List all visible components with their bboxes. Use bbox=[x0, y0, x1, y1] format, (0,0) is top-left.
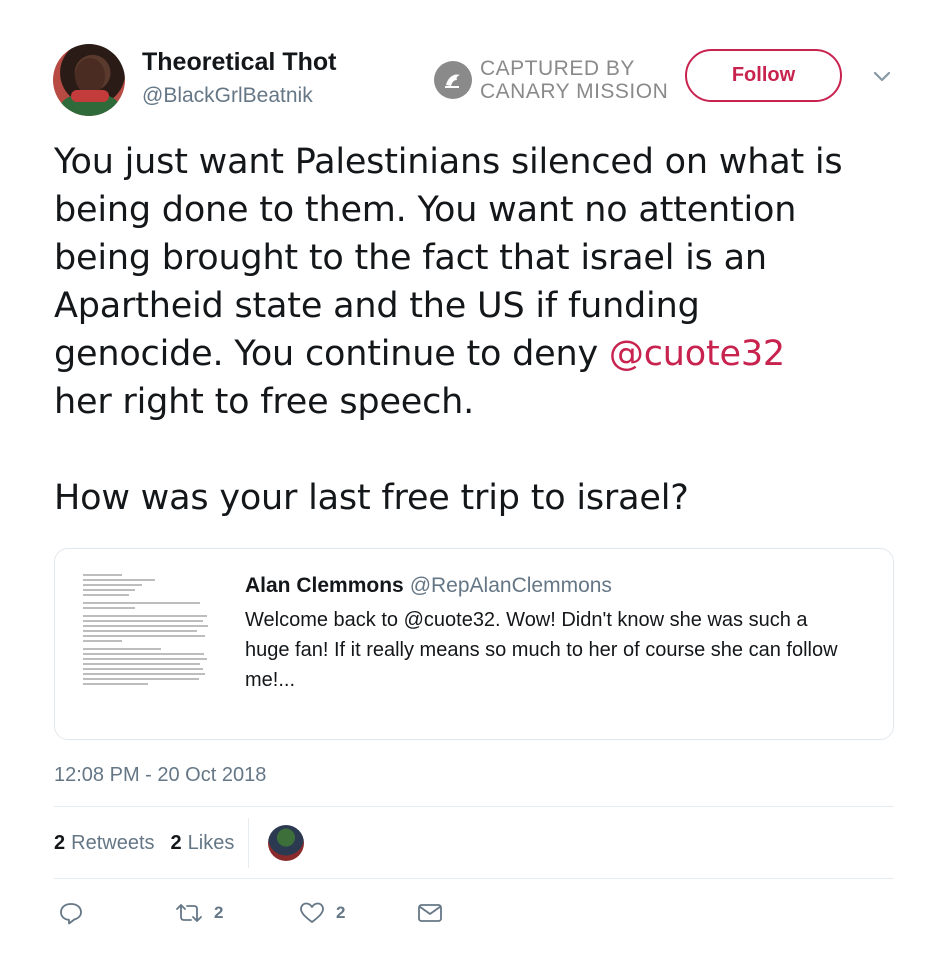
tweet-text: You just want Palestinians silenced on w… bbox=[54, 138, 914, 522]
quoted-tweet-text: Welcome back to @cuote32. Wow! Didn't kn… bbox=[245, 605, 885, 695]
likes-count: 2 bbox=[170, 832, 182, 854]
author-avatar[interactable] bbox=[53, 44, 125, 116]
quoted-author-name: Alan Clemmons bbox=[245, 574, 404, 597]
heart-icon bbox=[300, 902, 324, 923]
avatar-face bbox=[75, 58, 105, 94]
tweet-actions: 2 2 bbox=[54, 900, 554, 930]
tweet-line: being brought to the fact that israel is… bbox=[54, 238, 767, 278]
tweet-header: Theoretical Thot @BlackGrlBeatnik CAPTUR… bbox=[0, 0, 948, 130]
quoted-line: me!... bbox=[245, 669, 296, 691]
watermark-text: CAPTURED BY CANARY MISSION bbox=[480, 57, 668, 103]
likes-stat[interactable]: 2 Likes bbox=[171, 832, 235, 855]
canary-logo-icon bbox=[434, 61, 472, 99]
tweet-line: being done to them. You want no attentio… bbox=[54, 190, 797, 230]
follow-button[interactable]: Follow bbox=[685, 49, 842, 102]
reply-icon bbox=[60, 903, 82, 925]
liker-avatar[interactable] bbox=[268, 825, 304, 861]
quoted-author[interactable]: Alan Clemmons @RepAlanClemmons bbox=[245, 574, 612, 598]
retweet-icon bbox=[176, 904, 202, 922]
tweet-text-segment: genocide. You continue to deny bbox=[54, 334, 609, 374]
watermark-line-1: CAPTURED BY bbox=[480, 57, 635, 80]
chevron-down-icon[interactable] bbox=[872, 70, 892, 84]
document-thumbnail[interactable] bbox=[73, 565, 223, 727]
mention-link[interactable]: @cuote32 bbox=[609, 334, 785, 374]
divider-top bbox=[54, 806, 894, 807]
tweet-line: How was your last free trip to israel? bbox=[54, 478, 689, 518]
message-button[interactable] bbox=[416, 900, 444, 926]
quoted-line: huge fan! If it really means so much to … bbox=[245, 639, 838, 661]
divider-bottom bbox=[54, 878, 894, 879]
author-display-name[interactable]: Theoretical Thot bbox=[142, 48, 336, 77]
retweets-label: Retweets bbox=[71, 832, 155, 854]
tweet-line: Apartheid state and the US if funding bbox=[54, 286, 700, 326]
avatar-scarf bbox=[71, 90, 109, 102]
like-button[interactable]: 2 bbox=[298, 900, 345, 926]
tweet-timestamp[interactable]: 12:08 PM - 20 Oct 2018 bbox=[54, 764, 266, 787]
tweet-line: her right to free speech. bbox=[54, 382, 475, 422]
stats-separator bbox=[248, 818, 249, 868]
tweet-line: genocide. You continue to deny @cuote32 bbox=[54, 330, 914, 378]
retweet-button[interactable]: 2 bbox=[174, 900, 223, 926]
quoted-line: Welcome back to @cuote32. Wow! Didn't kn… bbox=[245, 609, 808, 631]
reply-button[interactable] bbox=[58, 900, 84, 926]
quoted-tweet[interactable]: Alan Clemmons @RepAlanClemmons Welcome ba… bbox=[54, 548, 894, 740]
quoted-author-handle: @RepAlanClemmons bbox=[409, 574, 612, 597]
like-count: 2 bbox=[336, 903, 346, 922]
author-handle[interactable]: @BlackGrlBeatnik bbox=[142, 84, 313, 108]
retweet-count: 2 bbox=[214, 903, 224, 922]
message-icon bbox=[418, 904, 442, 922]
watermark-line-2: CANARY MISSION bbox=[480, 80, 669, 103]
tweet-line: You just want Palestinians silenced on w… bbox=[54, 142, 843, 182]
retweets-stat[interactable]: 2 Retweets bbox=[54, 832, 155, 855]
likes-label: Likes bbox=[187, 832, 235, 854]
retweets-count: 2 bbox=[54, 832, 66, 854]
engagement-stats: 2 Retweets 2 Likes bbox=[54, 832, 250, 855]
canary-mission-watermark: CAPTURED BY CANARY MISSION bbox=[434, 57, 674, 105]
